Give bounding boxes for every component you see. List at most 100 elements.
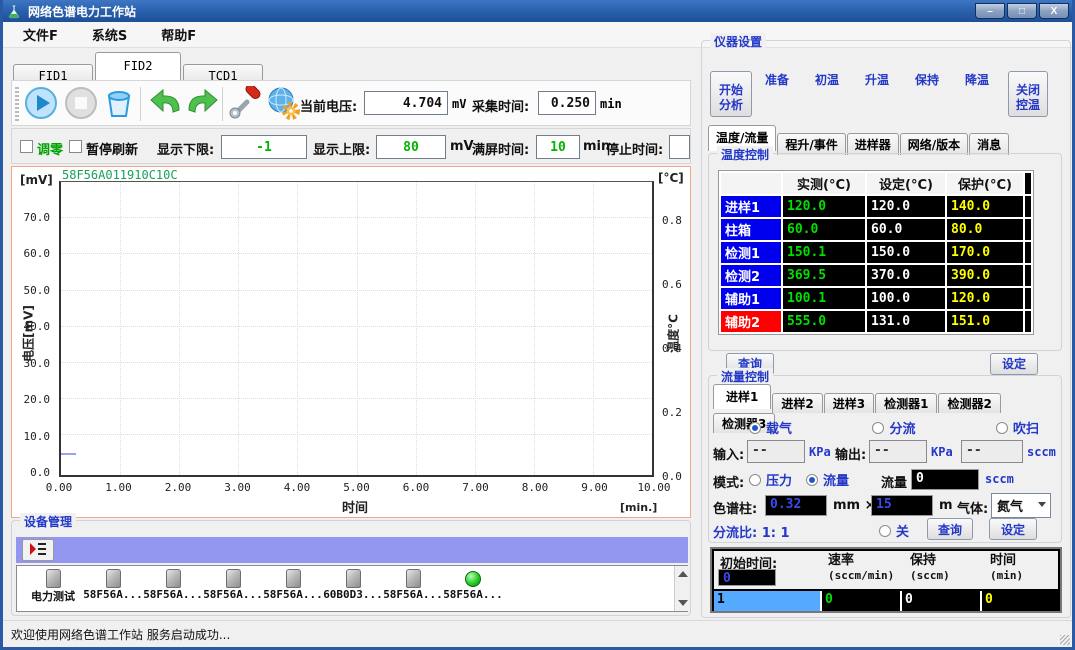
current-voltage-field[interactable]: 4.704	[364, 91, 448, 115]
flow-value-field[interactable]: 0	[911, 469, 979, 490]
gas-radio-2[interactable]: 分流	[872, 418, 915, 437]
x-tick: 6.00	[403, 481, 430, 494]
start-analysis-line2: 分析	[719, 98, 743, 112]
column-label: 色谱柱:	[713, 498, 757, 517]
input-unit: KPa	[809, 445, 831, 459]
output-unit: KPa	[931, 445, 953, 459]
radio-label: 分流	[889, 418, 915, 437]
menu-item[interactable]: 文件F	[23, 25, 58, 44]
zero-checkbox[interactable]	[20, 140, 33, 153]
close-temp-control-button[interactable]: 关闭 控温	[1008, 71, 1048, 117]
maximize-button[interactable]: □	[1007, 3, 1037, 19]
mode-radio-1[interactable]: 压力	[749, 470, 792, 489]
app-window: 网络色谱电力工作站 – □ X 文件F系统S帮助F FID1FID2TCD1	[0, 0, 1075, 650]
gas-radio-3[interactable]: 吹扫	[996, 418, 1039, 437]
temp-protect-cell: 170.0	[947, 242, 1023, 263]
instrument-tab-3[interactable]: 进样器	[847, 133, 899, 155]
flow-tab-3[interactable]: 进样3	[824, 393, 874, 413]
v-gridline	[120, 182, 121, 475]
run-button[interactable]	[22, 85, 60, 123]
lower-limit-field[interactable]: -1	[221, 135, 307, 159]
device-item[interactable]: 58F56A...	[203, 569, 263, 611]
radio-dot	[749, 474, 761, 486]
flow-set-button[interactable]: 设定	[989, 518, 1037, 540]
x-axis-ticks: 0.001.002.003.004.005.006.007.008.009.00…	[59, 481, 654, 495]
menu-item[interactable]: 系统S	[92, 25, 127, 44]
flow-query-button[interactable]: 查询	[927, 518, 973, 540]
light-label: 保持	[915, 73, 939, 87]
x-tick: 7.00	[462, 481, 489, 494]
temp-protect-cell: 390.0	[947, 265, 1023, 286]
stop-button[interactable]	[62, 85, 100, 123]
upper-limit-field[interactable]: 80	[376, 135, 446, 159]
output-pressure-field[interactable]: --	[869, 440, 927, 463]
gas-dropdown[interactable]: 氮气	[991, 493, 1051, 518]
x-tick: 8.00	[522, 481, 549, 494]
detector-tab-2[interactable]: FID2	[95, 52, 181, 80]
wrench-pill-icon	[228, 108, 262, 123]
bucket-icon	[102, 108, 136, 123]
device-item[interactable]: 58F56A...	[383, 569, 443, 611]
instrument-tab-2[interactable]: 程升/事件	[777, 133, 845, 155]
output-label: 输出:	[835, 444, 866, 463]
device-list-scrollbar[interactable]	[674, 566, 690, 611]
flow-tab-4[interactable]: 检测器1	[875, 393, 937, 413]
start-analysis-button[interactable]: 开始 分析	[710, 71, 752, 117]
device-item[interactable]: 60B0D3...	[323, 569, 383, 611]
temp-set-button[interactable]: 设定	[990, 353, 1038, 375]
input-pressure-field[interactable]: --	[747, 440, 805, 463]
flow-tab-5[interactable]: 检测器2	[938, 393, 1000, 413]
flow-tab-1[interactable]: 进样1	[713, 384, 771, 409]
flow-value-label: 流量	[881, 472, 907, 491]
device-item[interactable]: 58F56A...	[83, 569, 143, 611]
flow-tab-2[interactable]: 进样2	[772, 393, 822, 413]
back-arrow-button[interactable]	[146, 85, 184, 123]
program-row-index[interactable]: 1	[714, 591, 820, 611]
scroll-down-icon[interactable]	[678, 600, 688, 606]
stop-icon	[64, 108, 98, 123]
instrument-tab-4[interactable]: 网络/版本	[900, 133, 968, 155]
device-icon	[166, 569, 181, 588]
scroll-up-icon[interactable]	[678, 571, 688, 577]
device-label: 58F56A...	[143, 588, 203, 601]
device-item[interactable]: 电力测试	[23, 569, 83, 611]
program-row-time[interactable]: 0	[982, 591, 1058, 611]
temp-set-cell: 150.0	[867, 242, 945, 263]
program-row-hold[interactable]: 0	[902, 591, 980, 611]
temp-row: 辅助2555.0131.0151.0	[721, 311, 1031, 332]
fullscreen-time-field[interactable]: 10	[536, 135, 580, 159]
pause-refresh-checkbox[interactable]	[69, 140, 82, 153]
mode-radio-2[interactable]: 流量	[806, 470, 849, 489]
column-length-field[interactable]: 15	[871, 495, 933, 516]
tools-button[interactable]	[226, 85, 264, 123]
lower-limit-label: 显示下限:	[157, 139, 214, 158]
menu-item[interactable]: 帮助F	[161, 25, 196, 44]
gas-radio-1[interactable]: 载气	[749, 418, 792, 437]
clear-button[interactable]	[100, 85, 138, 123]
radio-dot	[806, 474, 818, 486]
stop-time-field[interactable]	[669, 135, 690, 159]
light-label: 降温	[965, 73, 989, 87]
acq-time-field[interactable]: 0.250	[538, 91, 596, 115]
device-item[interactable]: 58F56A...	[263, 569, 323, 611]
resize-grip[interactable]	[1060, 635, 1070, 645]
program-row-rate[interactable]: 0	[822, 591, 900, 611]
acq-time-unit: min	[600, 97, 622, 111]
device-item[interactable]: 58F56A...	[143, 569, 203, 611]
split-off-radio[interactable]: 关	[879, 521, 909, 540]
minimize-button[interactable]: –	[975, 3, 1005, 19]
output-flow-field[interactable]: --	[961, 440, 1023, 463]
network-settings-button[interactable]	[264, 85, 302, 123]
column-diameter-field[interactable]: 0.32	[765, 495, 827, 516]
toolbar-grip[interactable]	[15, 87, 19, 121]
forward-arrow-button[interactable]	[184, 85, 222, 123]
temp-header-row: 实测(°C)设定(°C)保护(°C)	[721, 173, 1031, 194]
instrument-tab-5[interactable]: 消息	[969, 133, 1009, 155]
close-button[interactable]: X	[1039, 3, 1069, 19]
device-item[interactable]: 58F56A...	[443, 569, 503, 611]
init-time-field[interactable]: 0	[718, 569, 776, 586]
device-list-button[interactable]	[22, 539, 54, 561]
light-label: 升温	[865, 73, 889, 87]
temp-set-cell: 60.0	[867, 219, 945, 240]
v-gridline	[416, 182, 417, 475]
